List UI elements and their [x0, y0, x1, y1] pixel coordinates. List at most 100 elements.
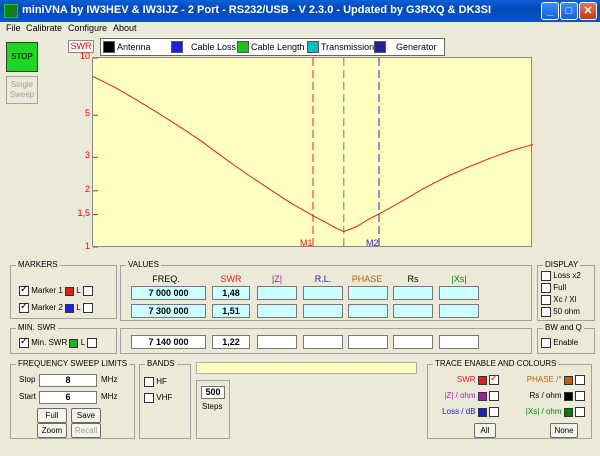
swr-point: [246, 173, 248, 175]
trace-loss-checkbox[interactable]: [489, 407, 499, 417]
tab-generator[interactable]: Generator: [374, 41, 437, 54]
window-title: miniVNA by IW3HEV & IW3IJZ - 2 Port - RS…: [22, 4, 492, 16]
band-hf[interactable]: HF: [144, 377, 167, 387]
display-50-ohm-checkbox[interactable]: [541, 307, 551, 317]
tab-cable-loss[interactable]: Cable Loss: [171, 41, 236, 54]
maximize-button[interactable]: □: [560, 2, 578, 20]
trace-loss-row: Loss / dB: [442, 407, 499, 417]
display-title: DISPLAY: [543, 260, 581, 269]
menu-file[interactable]: File: [6, 23, 21, 33]
single-sweep-button[interactable]: Single Sweep: [6, 76, 38, 104]
close-button[interactable]: ✕: [579, 2, 597, 20]
marker-2-l-checkbox[interactable]: [82, 303, 93, 313]
save-button[interactable]: Save: [71, 408, 101, 423]
full-button[interactable]: Full: [37, 408, 67, 423]
marker-1-color[interactable]: [65, 286, 75, 296]
trace-enable-panel: TRACE ENABLE AND COLOURS SWR |Z| / ohm L…: [427, 359, 592, 439]
marker-label-3: M2: [366, 238, 379, 248]
trace-toolbar: Antenna Cable Loss Cable Length Transmis…: [100, 38, 445, 56]
none-button[interactable]: None: [550, 423, 578, 438]
display-50-ohm[interactable]: 50 ohm: [541, 307, 580, 317]
steps-panel: 500 Steps: [196, 380, 230, 439]
trace-xs-checkbox[interactable]: [575, 407, 585, 417]
display-xc-xl[interactable]: Xc / Xl: [541, 295, 576, 305]
swr-point: [224, 158, 226, 160]
swr-point: [378, 213, 380, 215]
marker-2-phase: [348, 304, 388, 318]
start-freq-input[interactable]: 6: [39, 391, 97, 404]
zoom-button[interactable]: Zoom: [37, 423, 67, 438]
display-loss-x2[interactable]: Loss x2: [541, 271, 581, 281]
trace-xs-color[interactable]: [563, 407, 573, 417]
bw-q-enable-checkbox[interactable]: [541, 338, 551, 348]
swr-point: [312, 215, 314, 217]
swr-plot: M1 M2: [92, 57, 534, 249]
header-swr: SWR: [220, 274, 242, 284]
trace-z-checkbox[interactable]: [489, 391, 499, 401]
marker-1-l-label: L: [76, 286, 81, 296]
stop-freq-input[interactable]: 8: [39, 374, 97, 387]
steps-input[interactable]: 500: [201, 386, 225, 399]
swr-point: [158, 112, 160, 115]
marker-1-rl: [303, 286, 343, 300]
trace-z-color[interactable]: [477, 391, 487, 401]
tab-transmission[interactable]: Transmission: [307, 41, 374, 54]
trace-swr-color[interactable]: [477, 375, 487, 385]
menu-calibrate[interactable]: Calibrate: [26, 23, 62, 33]
min-rs: [393, 335, 433, 349]
y-tick-label: 5: [84, 108, 90, 119]
marker-1-z: [257, 286, 297, 300]
menu-about[interactable]: About: [113, 23, 137, 33]
marker-2-row: Marker 2 L: [19, 301, 93, 313]
header-phase: PHASE: [351, 274, 383, 284]
trace-phase-checkbox[interactable]: [575, 375, 585, 385]
marker-1-checkbox[interactable]: [19, 284, 29, 296]
display-loss-x2-checkbox[interactable]: [541, 271, 551, 281]
trace-loss-color[interactable]: [477, 407, 487, 417]
display-panel: DISPLAY Loss x2 Full Xc / Xl 50 ohm: [537, 260, 595, 321]
marker-2-l-label: L: [76, 303, 81, 313]
swr-point: [268, 188, 270, 190]
swr-chart: M1 M2: [92, 57, 534, 249]
trace-phase-color[interactable]: [563, 375, 573, 385]
tab-antenna[interactable]: Antenna: [103, 41, 151, 54]
band-vhf-checkbox[interactable]: [144, 393, 154, 403]
swr-point: [323, 220, 325, 223]
min-swr-l-checkbox[interactable]: [87, 338, 98, 348]
recall-button[interactable]: Recall: [71, 423, 101, 438]
marker-2-checkbox[interactable]: [19, 301, 29, 313]
status-field: [196, 362, 417, 374]
band-hf-checkbox[interactable]: [144, 377, 154, 387]
marker-2-freq: 7 300 000: [131, 304, 206, 318]
swr-point: [114, 86, 116, 89]
marker-label-1: M1: [300, 238, 313, 248]
min-swr-checkbox[interactable]: [19, 336, 29, 348]
trace-rs-color[interactable]: [563, 391, 573, 401]
display-full[interactable]: Full: [541, 283, 566, 293]
marker-1-l-checkbox[interactable]: [82, 286, 93, 296]
stop-label: Stop: [19, 375, 36, 384]
marker-2-label: Marker 2: [31, 303, 63, 313]
stop-button[interactable]: STOP: [6, 42, 38, 72]
menu-bar: File Calibrate Configure About: [0, 22, 600, 36]
trace-swr-checkbox[interactable]: [489, 373, 499, 385]
tab-cable-length[interactable]: Cable Length: [237, 41, 305, 54]
menu-configure[interactable]: Configure: [68, 23, 107, 33]
display-full-checkbox[interactable]: [541, 283, 551, 293]
trace-rs-checkbox[interactable]: [575, 391, 585, 401]
y-tick-label: 2: [84, 183, 90, 194]
minimize-button[interactable]: _: [541, 2, 559, 20]
marker-2-color[interactable]: [65, 303, 75, 313]
all-button[interactable]: All: [474, 423, 496, 438]
min-swr-color[interactable]: [69, 338, 79, 348]
marker-2-rl: [303, 304, 343, 318]
y-tick-label: 1: [84, 241, 90, 251]
marker-2-swr: 1,51: [212, 304, 250, 318]
min-phase: [348, 335, 388, 349]
bw-q-enable[interactable]: Enable: [541, 338, 578, 348]
min-swr-row: Min. SWR L: [19, 336, 98, 348]
min-swr-value: 1,22: [212, 335, 250, 349]
swr-point: [343, 230, 345, 233]
display-xc-xl-checkbox[interactable]: [541, 295, 551, 305]
band-vhf[interactable]: VHF: [144, 393, 172, 403]
